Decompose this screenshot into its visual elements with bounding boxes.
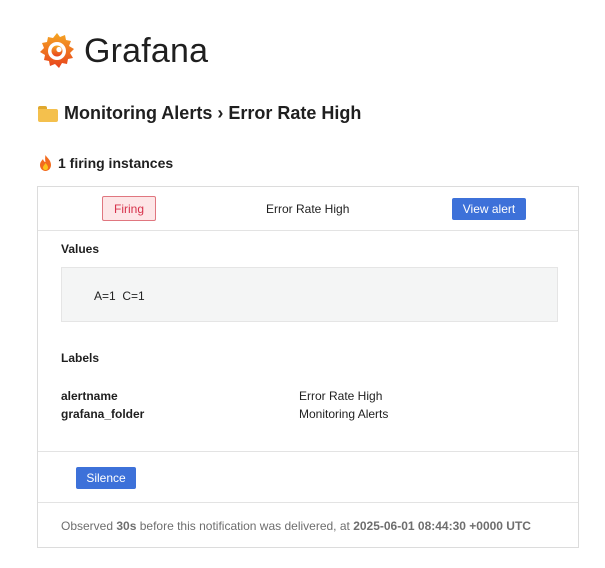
values-box: A=1 C=1 (61, 267, 558, 322)
page-title-text: Monitoring Alerts › Error Rate High (64, 103, 362, 123)
firing-summary-text: 1 firing instances (58, 155, 174, 171)
brand-name: Grafana (84, 31, 209, 70)
grafana-logo: Grafana (37, 30, 208, 72)
label-value: Error Rate High (299, 389, 383, 403)
silence-button[interactable]: Silence (76, 467, 136, 489)
label-key: alertname (61, 389, 118, 403)
alert-card: Firing Error Rate High View alert Values… (37, 186, 579, 548)
firing-summary: 1 firing instances (38, 155, 173, 171)
grafana-logo-icon (40, 33, 74, 68)
footer-duration: 30s (116, 519, 137, 533)
values-heading: Values (61, 242, 100, 256)
footer-prefix: Observed (61, 519, 117, 533)
values-text: A=1 C=1 (94, 289, 145, 303)
page-title: Monitoring Alerts › Error Rate High (38, 103, 361, 124)
label-key: grafana_folder (61, 407, 145, 421)
labels-heading: Labels (61, 351, 100, 365)
status-badge: Firing (102, 196, 156, 221)
observed-footer: Observed 30s before this notification wa… (61, 519, 531, 533)
alert-name: Error Rate High (266, 202, 350, 216)
footer-timestamp: 2025-06-01 08:44:30 +0000 UTC (353, 519, 531, 533)
view-alert-button[interactable]: View alert (452, 198, 526, 220)
fire-icon (40, 155, 51, 171)
silence-row: Silence (38, 451, 578, 503)
label-value: Monitoring Alerts (299, 407, 389, 421)
alert-card-header: Firing Error Rate High View alert (38, 187, 578, 231)
footer-middle: before this notification was delivered, … (136, 519, 354, 533)
folder-icon (38, 105, 58, 122)
